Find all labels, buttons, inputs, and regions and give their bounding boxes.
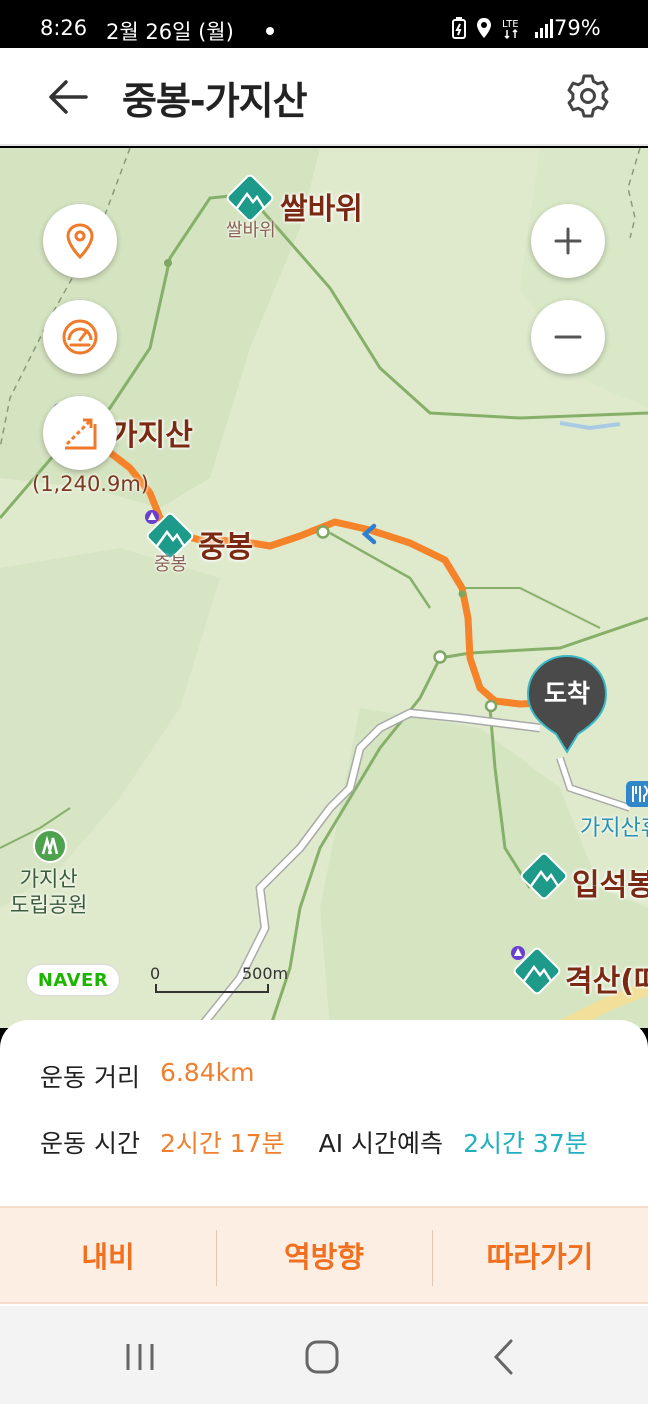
time-row: 운동 시간 2시간 17분 AI 시간예측 2시간 37분 xyxy=(40,1124,588,1160)
zoom-out-button[interactable] xyxy=(531,300,605,374)
park-label: 가지산 도립공원 xyxy=(10,866,87,918)
peak-label-gajisan: 가지산 xyxy=(110,418,193,453)
minus-icon xyxy=(554,335,582,339)
page-title: 중봉-가지산 xyxy=(122,79,308,123)
status-time: 8:26 xyxy=(40,16,88,40)
location-pin-icon xyxy=(66,223,94,259)
map-terrain xyxy=(0,148,648,1028)
peak-sublabel-ssalbawi: 쌀바위 xyxy=(226,220,276,241)
park-label-line2: 도립공원 xyxy=(10,893,88,917)
peak-label-ipseokbong: 입석봉 xyxy=(572,868,648,903)
location-icon xyxy=(477,18,491,38)
time-value: 2시간 17분 xyxy=(159,1129,285,1158)
svg-text:LTE: LTE xyxy=(502,19,519,30)
home-icon xyxy=(305,1340,339,1374)
peak-elevation-gajisan: (1,240.9m) xyxy=(32,472,149,496)
system-back-button[interactable] xyxy=(484,1336,524,1376)
restaurant-poi-icon[interactable] xyxy=(626,781,648,807)
chevron-left-icon xyxy=(493,1339,513,1375)
ai-time-value: 2시간 37분 xyxy=(463,1129,588,1158)
battery-saver-icon xyxy=(452,17,466,39)
poi-label-rest-area: 가지산휴 xyxy=(580,816,648,841)
back-button[interactable] xyxy=(46,76,92,118)
peak-label-gyeoksan: 격산(따 xyxy=(565,964,648,999)
destination-marker[interactable]: 도착 xyxy=(526,654,608,754)
app-header: 중봉-가지산 xyxy=(0,48,648,146)
notification-dot xyxy=(266,27,274,35)
speedometer-icon xyxy=(62,319,98,355)
battery-percent: 79% xyxy=(554,16,601,40)
my-location-button[interactable] xyxy=(43,204,117,278)
distance-value: 6.84km xyxy=(159,1058,255,1087)
destination-label: 도착 xyxy=(543,679,590,708)
follow-route-button[interactable]: 따라가기 xyxy=(432,1208,648,1302)
distance-label: 운동 거리 xyxy=(40,1063,140,1092)
scale-bar-distance: 500m xyxy=(242,964,289,983)
scale-bar-zero: 0 xyxy=(150,964,161,983)
action-bar: 내비 역방향 따라가기 xyxy=(0,1206,648,1304)
recent-apps-button[interactable] xyxy=(120,1336,160,1376)
status-icons: LTE xyxy=(452,16,554,40)
recent-apps-icon xyxy=(126,1344,154,1370)
reverse-direction-button[interactable]: 역방향 xyxy=(216,1208,432,1302)
signal-icon xyxy=(535,19,553,38)
time-label: 운동 시간 xyxy=(40,1129,140,1158)
navigation-button[interactable]: 내비 xyxy=(0,1208,216,1302)
status-bar: 8:26 2월 26일 (월) LTE 79% xyxy=(0,0,648,48)
zoom-in-button[interactable] xyxy=(531,204,605,278)
gear-icon xyxy=(567,74,609,118)
lte-icon: LTE xyxy=(502,19,519,39)
plus-icon xyxy=(554,227,582,255)
peak-sublabel-jungbong: 중봉 xyxy=(154,554,188,575)
home-button[interactable] xyxy=(302,1336,342,1376)
settings-button[interactable] xyxy=(564,72,612,120)
naver-logo: NAVER xyxy=(26,964,120,996)
speed-gauge-button[interactable] xyxy=(43,300,117,374)
arrow-left-icon xyxy=(49,80,88,114)
system-nav-bar xyxy=(0,1306,648,1404)
distance-row: 운동 거리 6.84km xyxy=(40,1058,254,1094)
map-view[interactable]: 쌀바위 쌀바위 가지산 (1,240.9m) 중봉 중봉 입석봉 격산(따 가지… xyxy=(0,148,648,1028)
park-tree-icon xyxy=(33,829,67,863)
elevation-slope-icon xyxy=(65,418,97,450)
elevation-profile-button[interactable] xyxy=(43,396,117,470)
peak-label-ssalbawi: 쌀바위 xyxy=(280,192,363,227)
status-date: 2월 26일 (월) xyxy=(106,20,234,44)
park-label-line1: 가지산 xyxy=(19,867,78,891)
peak-label-jungbong: 중봉 xyxy=(198,530,254,565)
ai-time-label: AI 시간예측 xyxy=(318,1129,444,1158)
